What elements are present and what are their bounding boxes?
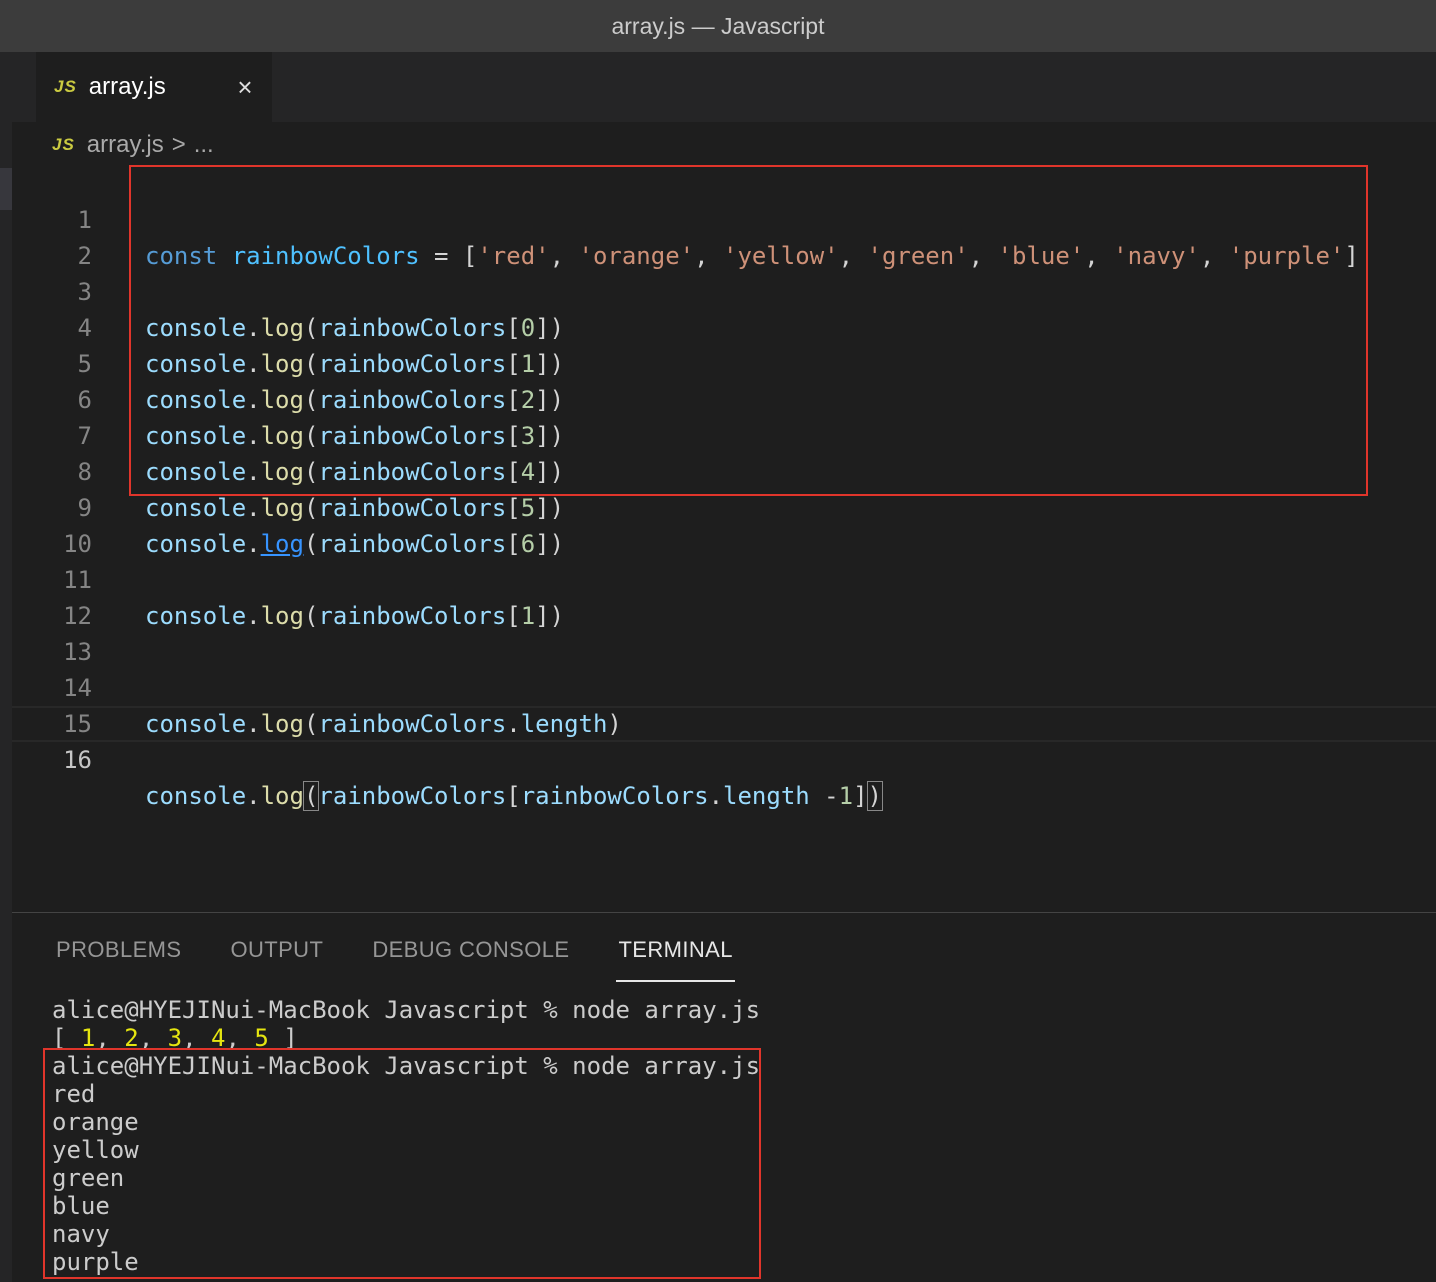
activity-strip (0, 52, 12, 1282)
line-marker (0, 168, 12, 210)
breadcrumb: JS array.js > ... (52, 126, 214, 164)
terminal-line: green (52, 1164, 125, 1192)
array-value: 4 (210, 1024, 226, 1052)
code-editor[interactable]: 1 const rainbowColors = ['red', 'orange'… (12, 166, 1436, 910)
identifier: console (145, 782, 247, 810)
code-line: 1 const rainbowColors = ['red', 'orange'… (12, 166, 1436, 270)
terminal-line: alice@HYEJINui-MacBook Javascript % node… (52, 996, 761, 1024)
code-line: 14 console.log(rainbowColors.length) (12, 634, 1436, 738)
terminal-line: navy (52, 1220, 110, 1248)
method: log (260, 782, 304, 810)
array-open: [ (52, 1024, 81, 1052)
terminal-output[interactable]: alice@HYEJINui-MacBook Javascript % node… (52, 996, 1422, 1276)
tab-label: array.js (88, 73, 166, 100)
tab-problems[interactable]: PROBLEMS (56, 920, 181, 980)
panel-tab-bar: PROBLEMS OUTPUT DEBUG CONSOLE TERMINAL (12, 920, 738, 982)
terminal-line: orange (52, 1108, 139, 1136)
js-file-icon: JS (54, 77, 77, 96)
array-value: 2 (124, 1024, 139, 1052)
array-value: 1 (80, 1024, 96, 1052)
identifier: rainbowColors (318, 782, 507, 810)
code-line: 6 console.log(rainbowColors[3]) (12, 346, 1436, 450)
tab-array-js[interactable]: JS array.js × (36, 52, 272, 122)
code-line: 9 console.log(rainbowColors[6]) (12, 454, 1436, 558)
code-line: 5 console.log(rainbowColors[2]) (12, 310, 1436, 414)
code-line: 7 console.log(rainbowColors[4]) (12, 382, 1436, 486)
property: length (723, 782, 810, 810)
window-title-bar: array.js — Javascript (0, 0, 1436, 52)
terminal-line: purple (52, 1248, 139, 1276)
code-line: 2 (12, 202, 1436, 270)
terminal-line: yellow (52, 1136, 139, 1164)
editor-tab-bar: JS array.js × (12, 52, 1436, 122)
tab-terminal[interactable]: TERMINAL (616, 920, 736, 982)
window-title: array.js — Javascript (611, 12, 825, 39)
tab-debug-console[interactable]: DEBUG CONSOLE (372, 920, 569, 980)
chevron-right-icon: > (171, 131, 186, 158)
code-line: 4 console.log(rainbowColors[1]) (12, 274, 1436, 378)
identifier: rainbowColors (520, 782, 709, 810)
code-line-current: 16 console.log(rainbowColors[rainbowColo… (12, 706, 1436, 811)
array-value: 3 (167, 1024, 183, 1052)
tab-output[interactable]: OUTPUT (230, 920, 323, 980)
breadcrumb-more[interactable]: ... (194, 131, 214, 159)
array-value: 5 (254, 1024, 269, 1052)
code-line: 12 (12, 562, 1436, 630)
terminal-line: alice@HYEJINui-MacBook Javascript % node… (52, 1052, 761, 1080)
number-literal: 1 (838, 782, 854, 810)
code-line: 15 (12, 670, 1436, 738)
array-close: ] (268, 1024, 298, 1052)
close-icon[interactable]: × (232, 74, 258, 100)
breadcrumb-file[interactable]: array.js (87, 131, 164, 159)
terminal-line: [ 1, 2, 3, 4, 5 ] (52, 1024, 298, 1052)
terminal-line: red (52, 1080, 96, 1108)
js-file-icon: JS (52, 135, 75, 154)
line-number: 16 (63, 746, 92, 774)
terminal-line: blue (52, 1192, 110, 1220)
code-line: 11 console.log(rainbowColors[1]) (12, 526, 1436, 630)
code-line: 13 (12, 598, 1436, 666)
code-line: 3 console.log(rainbowColors[0]) (12, 238, 1436, 342)
code-line: 8 console.log(rainbowColors[5]) (12, 418, 1436, 522)
panel-divider (12, 912, 1436, 913)
code-line: 10 (12, 490, 1436, 558)
